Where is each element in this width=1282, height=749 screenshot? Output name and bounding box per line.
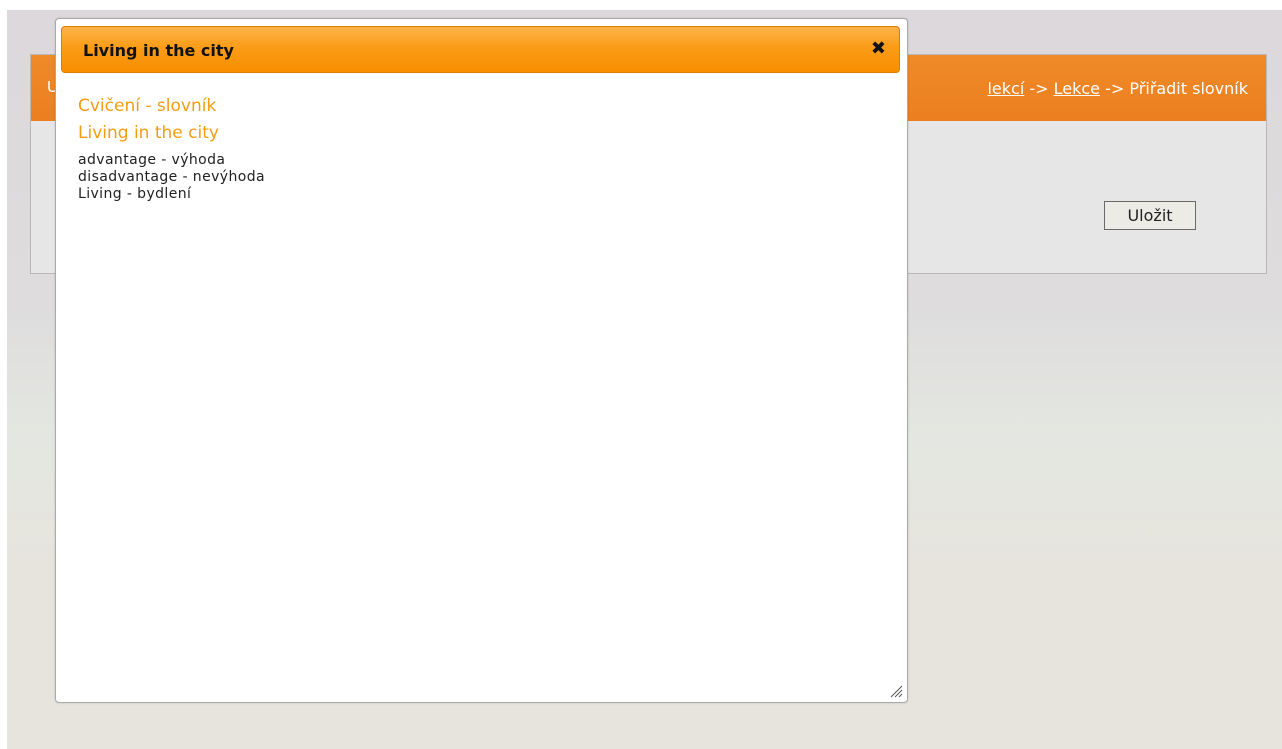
vocabulary-item: Living - bydlení (78, 186, 192, 202)
breadcrumb-separator: -> (1100, 79, 1130, 98)
vocabulary-item: advantage - výhoda (78, 152, 226, 168)
vocabulary-title: Living in the city (78, 123, 219, 143)
exercise-type-label: Cvičení - slovník (78, 96, 217, 116)
breadcrumb-current: Přiřadit slovník (1129, 79, 1248, 98)
save-button[interactable]: Uložit (1104, 201, 1196, 230)
breadcrumb-separator: -> (1024, 79, 1054, 98)
breadcrumb-lessons-link[interactable]: lekcí (987, 79, 1024, 98)
vocabulary-dialog: Living in the city ✖ Cvičení - slovník L… (55, 18, 908, 703)
breadcrumb: lekcí -> Lekce -> Přiřadit slovník (987, 79, 1248, 98)
breadcrumb-lesson-link[interactable]: Lekce (1054, 79, 1100, 98)
dialog-title: Living in the city (83, 41, 234, 60)
dialog-content: Cvičení - slovník Living in the city adv… (78, 93, 887, 203)
vocabulary-item: disadvantage - nevýhoda (78, 169, 265, 185)
dialog-titlebar[interactable]: Living in the city ✖ (61, 26, 900, 73)
vocabulary-list: advantage - výhoda disadvantage - nevýho… (78, 152, 887, 203)
close-icon[interactable]: ✖ (871, 39, 886, 59)
resize-grip-icon[interactable] (889, 684, 903, 698)
